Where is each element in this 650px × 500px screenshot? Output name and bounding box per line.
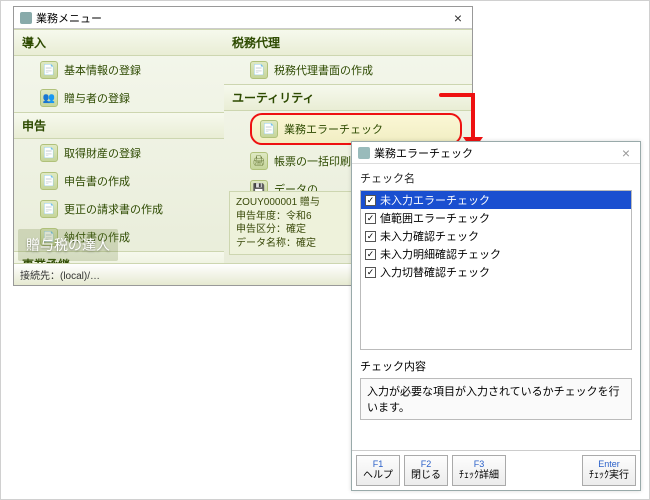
menu-item-label: 業務エラーチェック xyxy=(284,121,383,137)
menu-item-label: 基本情報の登録 xyxy=(64,62,141,78)
checkbox-icon[interactable]: ✓ xyxy=(365,267,376,278)
menu-item-icon: 📄 xyxy=(40,61,58,79)
check-list[interactable]: ✓ 未入力エラーチェック ✓ 値範囲エラーチェック ✓ 未入力確認チェック ✓ 未入力明細確認… xyxy=(360,190,632,350)
check-list-item[interactable]: ✓ 値範囲エラーチェック xyxy=(361,209,631,227)
check-detail-button[interactable]: F3 ﾁｪｯｸ詳細 xyxy=(452,455,506,486)
checkbox-icon[interactable]: ✓ xyxy=(365,231,376,242)
close-button[interactable]: F2 閉じる xyxy=(404,455,448,486)
menu-item-icon: 🖨 xyxy=(250,152,268,170)
check-list-item[interactable]: ✓ 入力切替確認チェック xyxy=(361,263,631,281)
titlebar: 業務メニュー × xyxy=(14,7,472,29)
menu-item-icon: 📄 xyxy=(40,172,58,190)
close-icon[interactable]: × xyxy=(450,10,466,26)
section-head: ユーティリティ xyxy=(224,84,472,111)
menu-item-icon: 👥 xyxy=(40,89,58,107)
check-list-item[interactable]: ✓ 未入力エラーチェック xyxy=(361,191,631,209)
checkbox-icon[interactable]: ✓ xyxy=(365,249,376,260)
check-name-label: チェック名 xyxy=(360,170,632,186)
check-item-label: 未入力明細確認チェック xyxy=(380,246,501,262)
menu-item-label: 贈与者の登録 xyxy=(64,90,130,106)
menu-item[interactable]: 📄 税務代理書面の作成 xyxy=(224,56,472,84)
menu-item-label: 税務代理書面の作成 xyxy=(274,62,373,78)
menu-item-label: 取得財産の登録 xyxy=(64,145,141,161)
app-icon xyxy=(20,12,32,24)
window-title: 業務メニュー xyxy=(36,10,102,26)
menu-item-icon: 📄 xyxy=(250,61,268,79)
menu-item[interactable]: 📄 取得財産の登録 xyxy=(14,139,224,167)
checkbox-icon[interactable]: ✓ xyxy=(365,195,376,206)
menu-item[interactable]: 📄 更正の請求書の作成 xyxy=(14,195,224,223)
dialog-icon xyxy=(358,147,370,159)
dialog-title: 業務エラーチェック xyxy=(374,145,473,161)
check-list-item[interactable]: ✓ 未入力確認チェック xyxy=(361,227,631,245)
menu-item[interactable]: 📄 申告書の作成 xyxy=(14,167,224,195)
error-check-dialog: 業務エラーチェック × チェック名 ✓ 未入力エラーチェック ✓ 値範囲エラーチェック… xyxy=(351,141,641,491)
check-desc-label: チェック内容 xyxy=(360,358,632,374)
menu-item-label: 更正の請求書の作成 xyxy=(64,201,163,217)
menu-item-label: 申告書の作成 xyxy=(64,173,130,189)
dialog-titlebar: 業務エラーチェック × xyxy=(352,142,640,164)
check-desc-text: 入力が必要な項目が入力されているかチェックを行います。 xyxy=(360,378,632,420)
brand-label: 贈与税の達人 xyxy=(18,229,118,261)
connection-label: 接続先：(local)/… xyxy=(20,267,100,282)
check-item-label: 未入力確認チェック xyxy=(380,228,479,244)
check-item-label: 入力切替確認チェック xyxy=(380,264,490,280)
check-item-label: 未入力エラーチェック xyxy=(380,192,490,208)
check-item-label: 値範囲エラーチェック xyxy=(380,210,490,226)
check-run-button[interactable]: Enter ﾁｪｯｸ実行 xyxy=(582,455,636,486)
help-button[interactable]: F1 ヘルプ xyxy=(356,455,400,486)
menu-item[interactable]: 👥 贈与者の登録 xyxy=(14,84,224,112)
menu-item-label: 帳票の一括印刷 xyxy=(274,153,351,169)
menu-item-icon: 📄 xyxy=(40,144,58,162)
menu-item-icon: 📄 xyxy=(260,120,278,138)
dialog-button-bar: F1 ヘルプ F2 閉じる F3 ﾁｪｯｸ詳細 Enter ﾁｪｯｸ実行 xyxy=(352,450,640,490)
checkbox-icon[interactable]: ✓ xyxy=(365,213,376,224)
section-head: 導入 xyxy=(14,29,224,56)
check-list-item[interactable]: ✓ 未入力明細確認チェック xyxy=(361,245,631,263)
section-head: 税務代理 xyxy=(224,29,472,56)
menu-item[interactable]: 📄 基本情報の登録 xyxy=(14,56,224,84)
close-icon[interactable]: × xyxy=(618,145,634,161)
section-head: 申告 xyxy=(14,112,224,139)
menu-item-icon: 📄 xyxy=(40,200,58,218)
